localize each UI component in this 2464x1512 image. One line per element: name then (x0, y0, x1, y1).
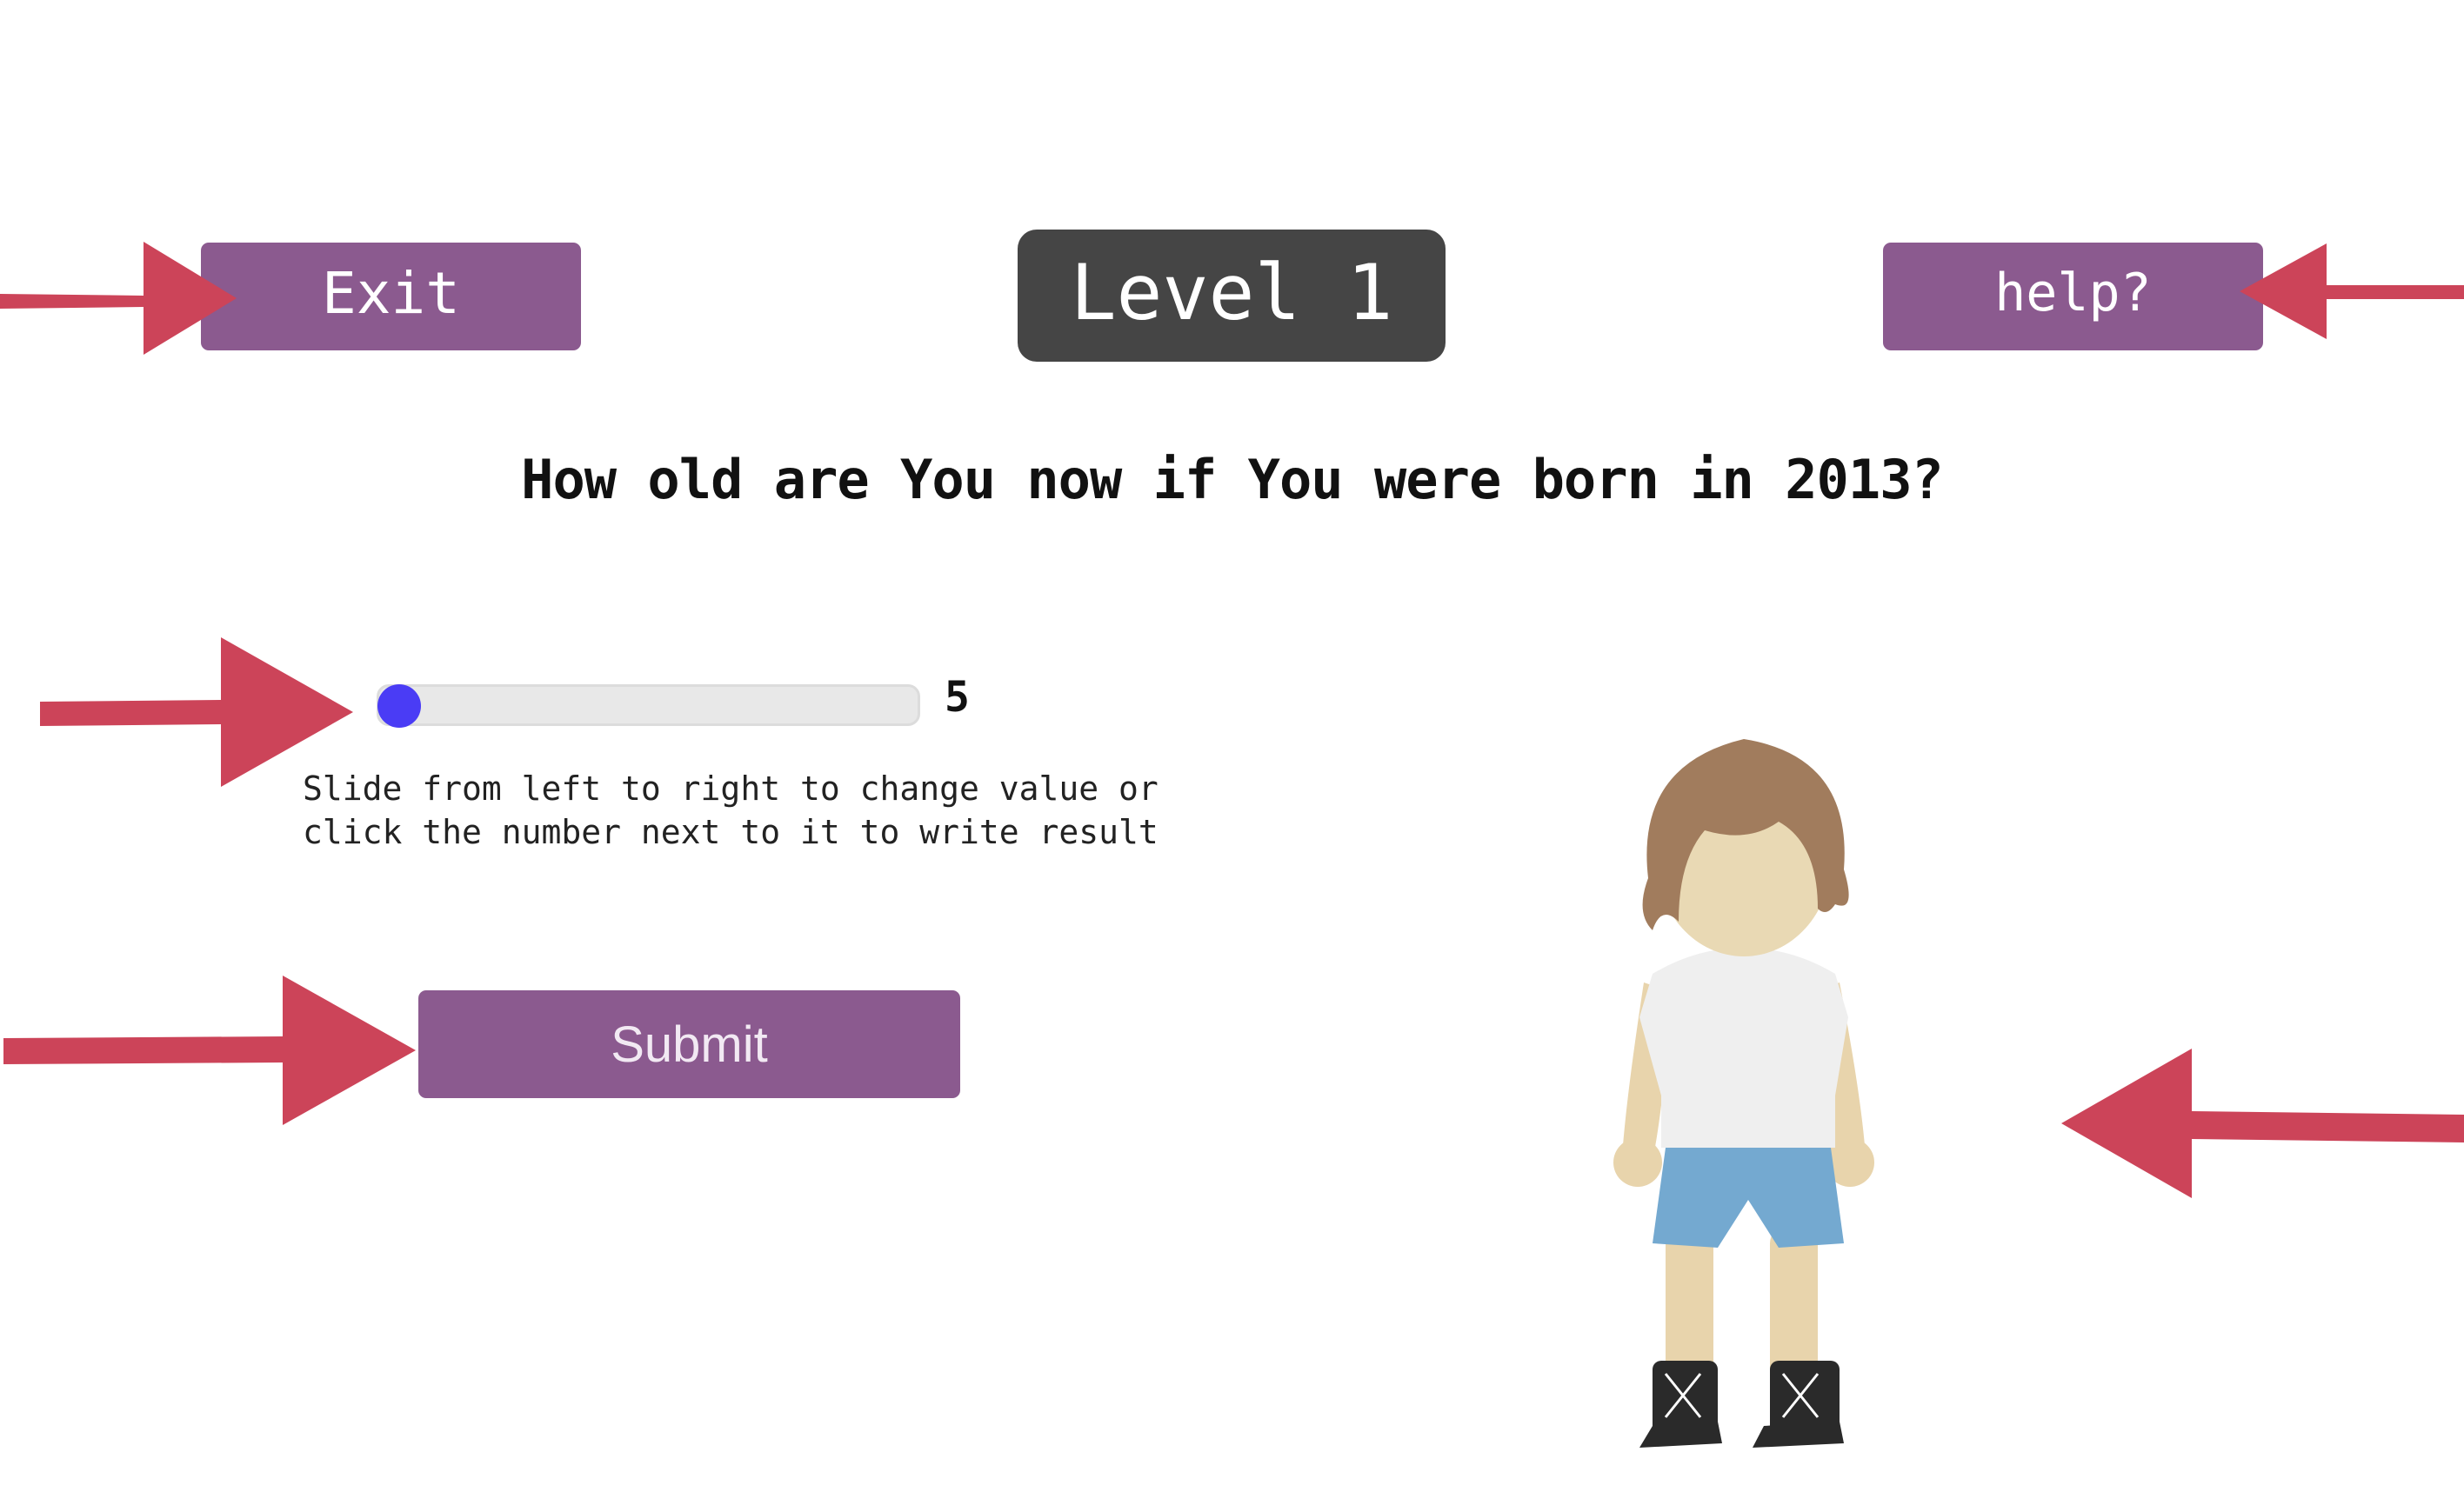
slider-hint: Slide from left to right to change value… (303, 767, 1159, 854)
slider-hint-line-1: Slide from left to right to change value… (303, 769, 1159, 808)
help-button[interactable]: help? (1883, 243, 2263, 350)
exit-button[interactable]: Exit (201, 243, 581, 350)
age-slider-track[interactable] (377, 684, 920, 726)
question-text: How old are You now if You were born in … (521, 448, 1944, 511)
arrow-icon (2240, 243, 2464, 339)
slider-hint-line-2: click the number next to it to write res… (303, 813, 1159, 851)
level-badge: Level 1 (1018, 230, 1446, 362)
arrow-icon (40, 637, 353, 787)
age-slider-thumb[interactable] (377, 684, 421, 728)
arrow-icon (0, 242, 237, 355)
child-avatar (1613, 739, 1874, 1448)
slider-value[interactable]: 5 (945, 673, 970, 722)
arrow-icon (3, 976, 416, 1125)
submit-button[interactable]: Submit (418, 990, 960, 1098)
arrow-icon (2061, 1049, 2464, 1198)
